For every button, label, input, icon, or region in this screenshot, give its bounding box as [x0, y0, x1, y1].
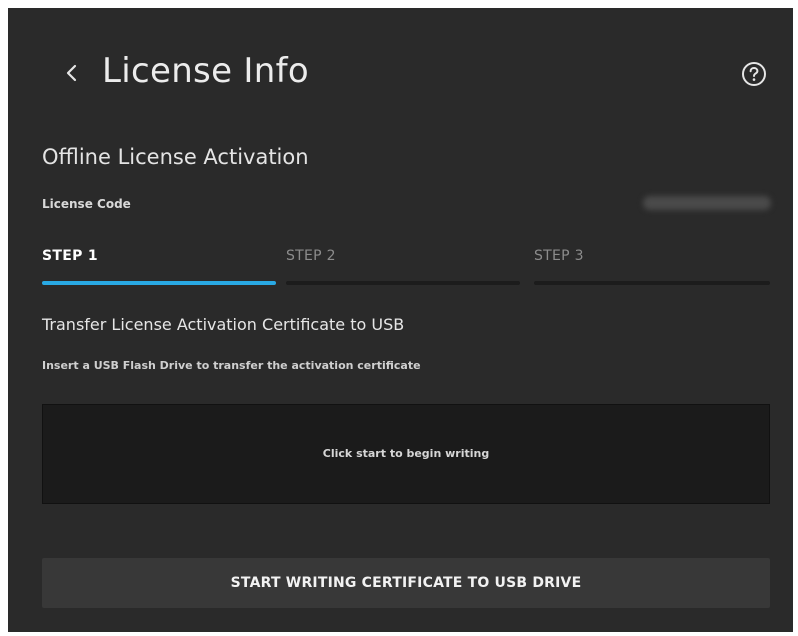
status-panel: Click start to begin writing — [42, 404, 770, 504]
step-3-label: STEP 3 — [534, 248, 584, 264]
step-1-indicator — [42, 281, 276, 285]
header: License Info — [8, 8, 793, 128]
status-message: Click start to begin writing — [322, 447, 490, 460]
tab-step-1[interactable]: STEP 1 — [42, 245, 276, 285]
page-title: License Info — [102, 51, 309, 91]
chevron-left-icon — [66, 64, 77, 82]
section-title: Offline License Activation — [42, 145, 309, 169]
step-2-label: STEP 2 — [286, 248, 336, 264]
license-info-screen: License Info Offline License Activation … — [8, 8, 793, 632]
step-hint: Insert a USB Flash Drive to transfer the… — [42, 359, 421, 372]
step-tabs: STEP 1 STEP 2 STEP 3 — [42, 245, 770, 285]
step-description: Transfer License Activation Certificate … — [42, 315, 405, 334]
tab-step-3[interactable]: STEP 3 — [534, 245, 770, 285]
step-2-indicator — [286, 281, 520, 285]
step-3-indicator — [534, 281, 770, 285]
step-1-label: STEP 1 — [42, 248, 98, 264]
license-code-value-redacted — [643, 196, 771, 210]
tab-step-2[interactable]: STEP 2 — [286, 245, 520, 285]
start-writing-button[interactable]: START WRITING CERTIFICATE TO USB DRIVE — [42, 558, 770, 608]
help-button[interactable] — [740, 60, 768, 88]
back-button[interactable] — [56, 58, 86, 88]
license-code-label: License Code — [42, 197, 131, 211]
help-circle-icon — [742, 62, 766, 86]
